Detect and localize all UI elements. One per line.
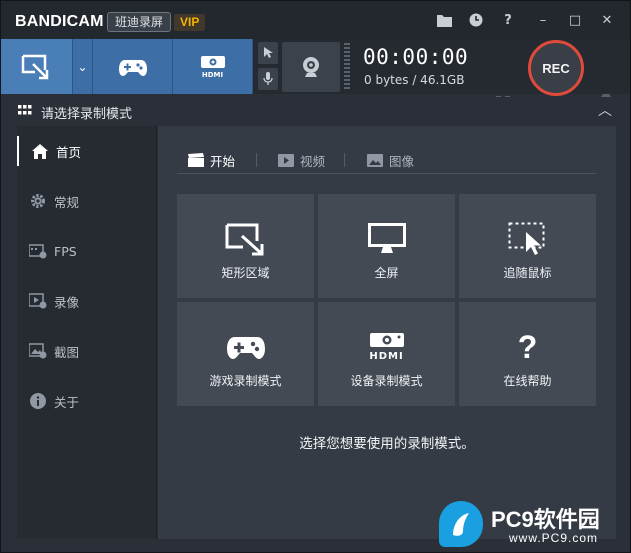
video-settings-icon	[28, 291, 48, 311]
gamepad-icon	[226, 328, 265, 366]
sidebar-item-general[interactable]: 常规	[17, 186, 157, 216]
help-icon[interactable]: ?	[499, 11, 517, 29]
main-panel: 开始 视频 图像 矩形区域 全屏 追随鼠标 游戏录制模式 HDMI 设备录制模式…	[158, 126, 616, 539]
cursor-icon	[264, 47, 273, 58]
tile-follow-mouse[interactable]: 追随鼠标	[459, 194, 596, 298]
microphone-toggle[interactable]	[258, 68, 278, 90]
rec-button[interactable]: REC	[528, 40, 584, 96]
mode-dropdown-button[interactable]: ⌄	[73, 39, 93, 94]
sidebar-item-label: 首页	[56, 144, 82, 160]
rectangle-area-icon	[21, 54, 48, 79]
sidebar: 首页 常规 FPS 录像 截图 关于	[17, 126, 157, 539]
input-toggles	[258, 42, 280, 92]
sidebar-item-fps[interactable]: FPS	[17, 236, 157, 266]
tab-label: 图像	[389, 153, 415, 169]
grid-icon	[18, 105, 32, 115]
title-bar: BANDICAM 班迪录屏 VIP ? – □ ✕	[1, 1, 630, 39]
sidebar-item-screenshot[interactable]: 截图	[17, 336, 157, 366]
tile-game-mode[interactable]: 游戏录制模式	[177, 302, 314, 406]
tab-start[interactable]: 开始	[188, 150, 235, 170]
folder-icon[interactable]	[435, 11, 453, 29]
info-icon	[28, 391, 48, 411]
fps-icon	[28, 241, 48, 261]
hdmi-device-icon	[200, 55, 225, 68]
section-title: 请选择录制模式	[41, 107, 133, 122]
maximize-icon[interactable]: □	[566, 11, 584, 29]
hdmi-label: HDMI	[369, 351, 404, 362]
sidebar-item-label: 截图	[54, 344, 80, 360]
follow-mouse-icon	[508, 220, 548, 258]
recording-timer: 00:00:00	[363, 45, 469, 69]
home-icon	[30, 141, 50, 161]
tab-label: 开始	[210, 153, 236, 169]
image-icon	[367, 153, 383, 167]
vip-badge[interactable]: VIP	[174, 14, 206, 31]
question-icon: ?	[518, 328, 538, 366]
image-settings-icon	[28, 341, 48, 361]
mouse-cursor-toggle[interactable]	[258, 42, 278, 64]
sidebar-item-label: 录像	[54, 294, 80, 310]
tab-divider	[256, 153, 257, 167]
video-icon	[278, 153, 294, 167]
rectangle-area-icon	[224, 220, 268, 258]
device-mode-button[interactable]: HDMI	[173, 39, 253, 94]
close-icon[interactable]: ✕	[598, 11, 616, 29]
watermark-text: PC9软件园	[491, 507, 600, 532]
toolbar-grip	[344, 43, 350, 91]
chevron-down-icon: ⌄	[77, 59, 88, 74]
mode-tile-grid: 矩形区域 全屏 追随鼠标 游戏录制模式 HDMI 设备录制模式 ? 在线帮助	[177, 194, 596, 406]
mode-hint-text: 选择您想要使用的录制模式。	[299, 436, 475, 452]
watermark-url: www.PC9.com	[509, 531, 599, 545]
hdmi-icon: HDMI	[369, 328, 405, 366]
sidebar-item-video[interactable]: 录像	[17, 286, 157, 316]
tile-label: 追随鼠标	[503, 266, 552, 280]
clock-icon[interactable]	[467, 11, 485, 29]
webcam-button[interactable]	[282, 42, 340, 92]
gamepad-icon	[118, 59, 147, 76]
tab-label: 视频	[300, 153, 326, 169]
tile-label: 设备录制模式	[350, 374, 423, 388]
file-size-readout: 0 bytes / 46.1GB	[364, 73, 465, 87]
watermark: PC9软件园 www.PC9.com	[439, 501, 629, 551]
tab-underline	[177, 173, 596, 174]
tile-label: 游戏录制模式	[209, 374, 282, 388]
hdmi-label: HDMI	[201, 70, 224, 79]
tile-label: 在线帮助	[503, 374, 552, 388]
sidebar-item-about[interactable]: 关于	[17, 386, 157, 416]
tile-online-help[interactable]: ? 在线帮助	[459, 302, 596, 406]
tile-label: 全屏	[374, 266, 399, 280]
tile-fullscreen[interactable]: 全屏	[318, 194, 455, 298]
bandicam-window: BANDICAM 班迪录屏 VIP ? – □ ✕ ⌄ HDMI 00:00:0…	[0, 0, 631, 553]
gear-icon	[28, 191, 48, 211]
brand-logo: BANDICAM	[15, 13, 104, 30]
tab-image[interactable]: 图像	[367, 150, 414, 170]
mode-section-header: 请选择录制模式 ︿	[1, 97, 630, 125]
game-mode-button[interactable]	[93, 39, 173, 94]
rec-label: REC	[542, 60, 570, 76]
collapse-icon[interactable]: ︿	[598, 100, 612, 120]
rectangle-mode-button[interactable]	[1, 39, 73, 94]
tab-video[interactable]: 视频	[278, 150, 325, 170]
minimize-icon[interactable]: –	[534, 11, 552, 29]
brand-cn-label: 班迪录屏	[107, 12, 172, 32]
tile-device-mode[interactable]: HDMI 设备录制模式	[318, 302, 455, 406]
sidebar-item-label: FPS	[54, 243, 77, 259]
question-glyph: ?	[517, 328, 538, 365]
sidebar-item-home[interactable]: 首页	[17, 136, 157, 166]
tile-label: 矩形区域	[221, 266, 270, 280]
tile-rectangle-area[interactable]: 矩形区域	[177, 194, 314, 298]
sidebar-item-label: 常规	[54, 194, 80, 210]
watermark-logo	[439, 501, 483, 547]
monitor-icon	[367, 220, 406, 258]
webcam-icon	[303, 57, 319, 77]
clapper-icon	[188, 153, 204, 167]
tab-divider	[344, 153, 345, 167]
sidebar-item-label: 关于	[54, 394, 80, 410]
tab-bar: 开始 视频 图像	[178, 150, 596, 170]
microphone-icon	[263, 72, 273, 85]
